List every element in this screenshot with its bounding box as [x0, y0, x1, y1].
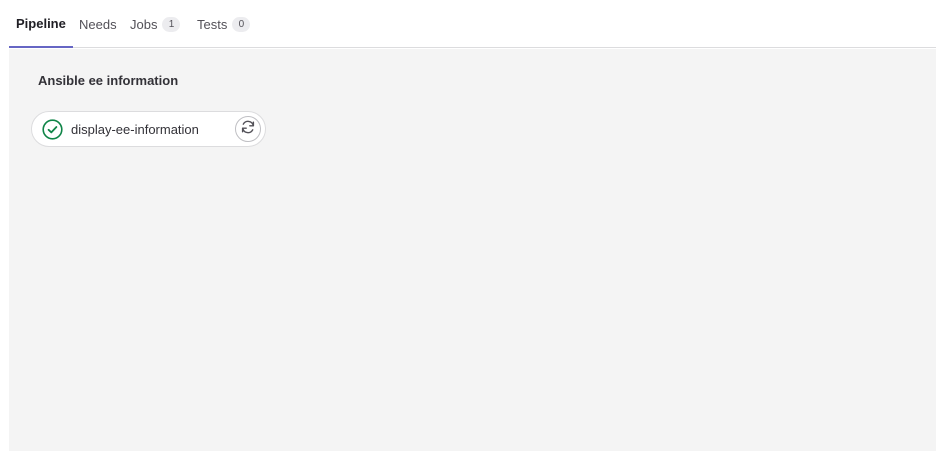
tab-needs-label: Needs	[79, 16, 117, 32]
job-name: display-ee-information	[71, 122, 199, 137]
tab-needs[interactable]: Needs	[79, 0, 117, 48]
pipeline-tabs: Pipeline Needs Jobs 1 Tests 0	[9, 0, 936, 48]
tab-jobs[interactable]: Jobs 1	[130, 0, 181, 48]
tab-pipeline-label: Pipeline	[16, 15, 66, 31]
jobs-count-badge: 1	[162, 16, 181, 32]
stage-title: Ansible ee information	[38, 73, 179, 88]
tests-count-badge: 0	[232, 16, 251, 32]
retry-icon	[240, 119, 256, 140]
tab-tests[interactable]: Tests 0	[197, 0, 251, 48]
job-pill-display-ee-information[interactable]: display-ee-information	[31, 111, 266, 147]
pipeline-graph-panel: Ansible ee information display-ee-inform…	[9, 49, 936, 451]
check-circle-icon	[42, 119, 63, 140]
tab-pipeline[interactable]: Pipeline	[9, 0, 73, 48]
retry-button[interactable]	[235, 116, 261, 142]
tab-jobs-label: Jobs	[130, 16, 158, 32]
tab-tests-label: Tests	[197, 16, 228, 32]
